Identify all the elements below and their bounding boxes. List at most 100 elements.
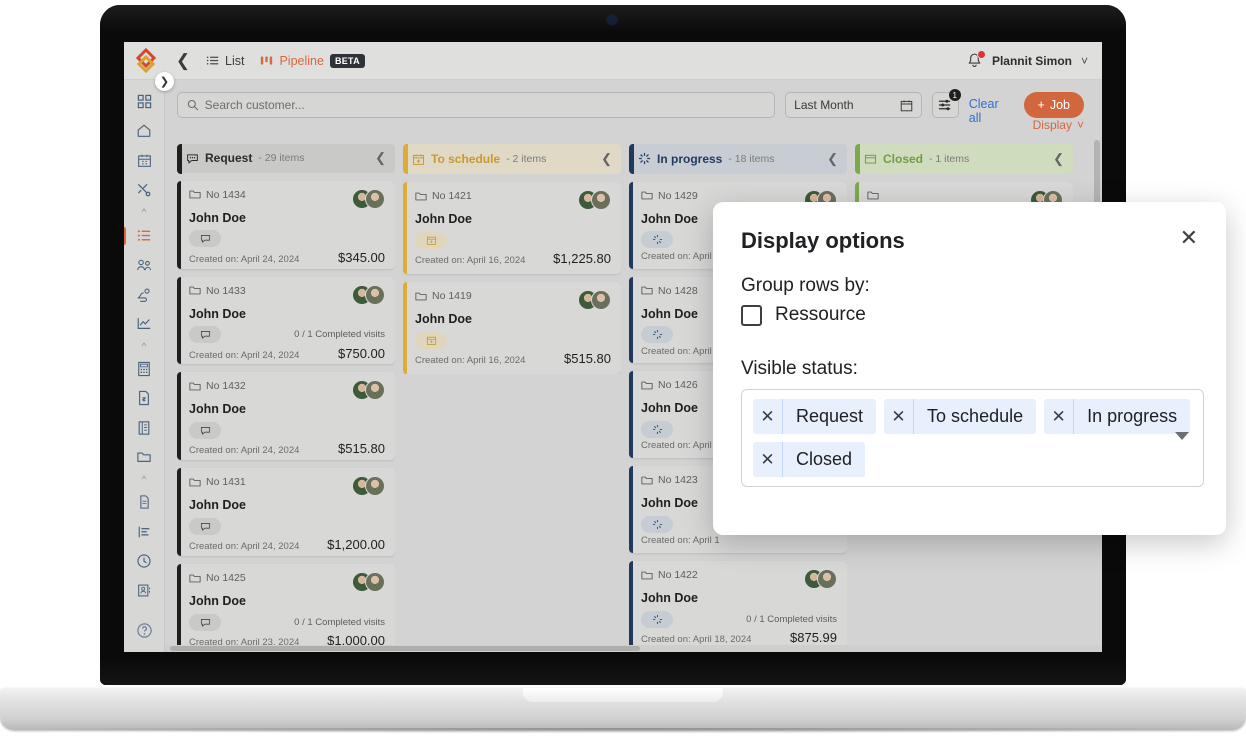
notification-bell-icon[interactable] [966, 50, 986, 69]
document-icon [139, 495, 149, 509]
date-range-selector[interactable]: Last Month [785, 92, 923, 118]
sidebar-item-folder[interactable] [131, 448, 157, 468]
ressource-checkbox-row[interactable]: Ressource [741, 304, 1198, 326]
spinner-icon [638, 153, 651, 165]
column-count: - 2 items [506, 153, 547, 165]
speech-bubble-icon [187, 154, 198, 164]
filter-settings-button[interactable]: 1 [932, 89, 961, 118]
chevron-down-icon: ˅ [1076, 118, 1084, 132]
job-card[interactable]: No 1419 John Doe Created on: April 16, 2… [403, 282, 621, 374]
caret-down-icon[interactable] [1175, 432, 1189, 440]
sidebar-item-clock[interactable] [131, 551, 157, 571]
job-card[interactable]: No 1433 John Doe 0 / 1 Completed visits … [177, 276, 395, 365]
sidebar-item-help[interactable] [131, 620, 157, 640]
card-amount: $515.80 [338, 441, 385, 457]
remove-tag-icon[interactable]: ✕ [1044, 399, 1075, 434]
card-number-row [867, 190, 884, 201]
sidebar-item-contacts[interactable] [131, 581, 157, 601]
ressource-checkbox[interactable] [741, 304, 762, 326]
close-icon[interactable]: ✕ [1180, 227, 1198, 249]
book-icon [138, 421, 150, 435]
column-collapse-icon[interactable]: ❮ [1053, 151, 1064, 167]
display-options-button[interactable]: Display ˅ [1033, 118, 1084, 132]
remove-tag-icon[interactable]: ✕ [753, 442, 783, 477]
sidebar-item-calculator[interactable] [131, 359, 157, 379]
sidebar-item-calendar[interactable] [131, 151, 157, 171]
status-tag-label: In progress [1087, 406, 1178, 426]
card-number: No 1431 [206, 476, 246, 489]
sidebar-item-book[interactable] [131, 418, 157, 438]
add-job-button[interactable]: + Job [1023, 92, 1084, 118]
sidebar-folder-caret-icon[interactable]: ^ [142, 474, 146, 484]
folder-closed-icon [864, 154, 877, 164]
job-card[interactable]: No 1431 John Doe Created on: April 24, 2… [177, 468, 395, 557]
column-header-closed: Closed - 1 items ❮ [855, 144, 1073, 174]
card-customer-name: John Doe [189, 594, 246, 609]
user-menu-chevron-down-icon[interactable]: ˅ [1081, 54, 1088, 68]
card-visits: 0 / 1 Completed visits [294, 329, 385, 341]
card-number-row: No 1423 [641, 474, 698, 486]
nav-tab-list[interactable]: List [206, 54, 244, 68]
card-status-pill [641, 231, 673, 249]
home-icon [137, 124, 151, 138]
speech-bubble-icon [200, 331, 210, 339]
search-box[interactable] [177, 92, 776, 118]
sidebar-analytics-caret-icon[interactable]: ^ [142, 341, 146, 351]
dashboard-icon [137, 95, 151, 109]
horizontal-scrollbar-thumb[interactable] [170, 646, 640, 651]
folder-icon [415, 192, 427, 200]
card-status-pill [189, 517, 221, 535]
card-number-row: No 1428 [641, 285, 698, 297]
column-collapse-icon[interactable]: ❮ [601, 151, 612, 167]
clear-all-button[interactable]: Clear all [969, 97, 1014, 125]
spinner-icon [652, 329, 662, 340]
avatar [817, 569, 837, 590]
card-created-date: Created on: April 2 [641, 345, 720, 357]
app-logo[interactable] [124, 47, 168, 74]
nav-tab-list-label: List [225, 53, 245, 68]
card-number: No 1419 [432, 290, 472, 302]
sidebar-item-team[interactable] [131, 255, 157, 275]
back-button[interactable]: ❮ [168, 51, 198, 71]
job-card[interactable]: No 1432 John Doe Created on: April 24, 2… [177, 372, 395, 461]
sidebar-item-document[interactable] [131, 492, 157, 512]
job-card[interactable]: No 1421 John Doe Created on: April 16, 2… [403, 182, 621, 274]
sidebar-item-route[interactable] [131, 285, 157, 305]
jobs-list-icon [137, 229, 150, 241]
remove-tag-icon[interactable]: ✕ [753, 399, 783, 434]
avatar-group [578, 290, 611, 310]
search-icon [187, 99, 199, 111]
column-collapse-icon[interactable]: ❮ [827, 151, 838, 167]
job-card[interactable]: No 1434 John Doe Created on: April 24, 2… [177, 180, 395, 269]
remove-tag-icon[interactable]: ✕ [884, 399, 915, 434]
avatar [365, 284, 385, 305]
sidebar-item-report[interactable] [131, 522, 157, 542]
card-number-row: No 1434 [189, 189, 246, 201]
sidebar-expand-button[interactable]: ❯ [155, 72, 174, 91]
visible-status-multiselect[interactable]: ✕ Request ✕ To schedule ✕ In progress ✕ … [741, 389, 1204, 487]
card-status-pill [641, 326, 673, 344]
sidebar-item-jobs[interactable] [124, 225, 157, 245]
card-number: No 1422 [658, 569, 698, 582]
laptop-shadow [0, 728, 1246, 734]
card-amount: $750.00 [338, 345, 385, 361]
job-card[interactable]: No 1425 John Doe 0 / 1 Completed visits … [177, 564, 395, 652]
search-input[interactable] [204, 98, 766, 112]
sidebar-item-tools[interactable] [131, 181, 157, 201]
filter-sliders-icon [938, 99, 951, 111]
calendar-icon [901, 99, 913, 111]
sidebar-item-home[interactable] [131, 122, 157, 142]
sidebar-item-dashboard[interactable] [131, 92, 157, 112]
job-card[interactable]: No 1422 John Doe 0 / 1 Completed visits … [629, 561, 847, 652]
avatar [591, 290, 611, 310]
sidebar-item-invoice[interactable] [131, 388, 157, 408]
column-collapse-icon[interactable]: ❮ [375, 150, 386, 166]
speech-bubble-icon [200, 235, 210, 243]
nav-tab-pipeline[interactable]: Pipeline BETA [260, 53, 365, 68]
dialog-header: Display options ✕ [741, 227, 1198, 254]
card-customer-name: John Doe [189, 498, 246, 513]
sidebar-collapse-caret-icon[interactable]: ^ [142, 207, 146, 217]
user-name: Plannit Simon [991, 53, 1072, 68]
top-bar: ❮ List Pipeline BETA Plannit Simon ˅ [124, 42, 1102, 80]
sidebar-item-analytics[interactable] [131, 314, 157, 334]
